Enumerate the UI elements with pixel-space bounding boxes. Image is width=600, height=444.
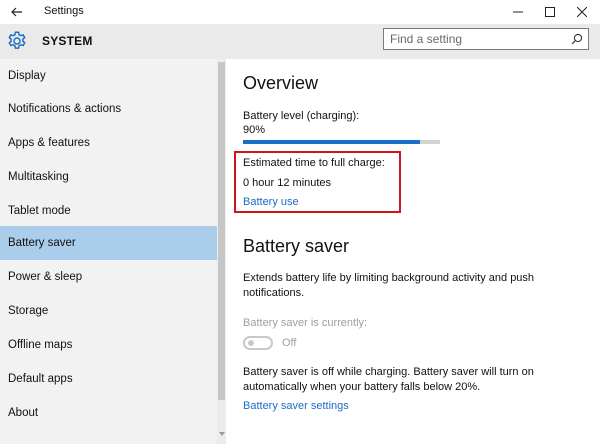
sidebar-item-label: Battery saver [8, 237, 76, 249]
minimize-icon [513, 11, 523, 13]
estimated-time-label: Estimated time to full charge: [243, 157, 385, 169]
battery-saver-heading: Battery saver [243, 236, 350, 256]
sidebar-scrollbar-thumb[interactable] [218, 62, 225, 400]
scroll-down-arrow-icon[interactable] [219, 432, 225, 436]
sidebar-item-display[interactable]: Display [0, 59, 217, 93]
estimated-time-value: 0 hour 12 minutes [243, 177, 332, 189]
sidebar-item-power-sleep[interactable]: Power & sleep [0, 260, 217, 294]
sidebar-item-label: Power & sleep [8, 271, 83, 283]
back-button[interactable] [0, 0, 34, 24]
sidebar-item-battery-saver[interactable]: Battery saver [0, 226, 217, 260]
sidebar-item-label: Apps & features [8, 137, 90, 149]
sidebar-item-label: Notifications & actions [8, 103, 122, 115]
sidebar-item-label: Multitasking [8, 171, 69, 183]
gear-icon [8, 31, 26, 49]
sidebar-item-notifications-actions[interactable]: Notifications & actions [0, 92, 217, 126]
search-box[interactable] [383, 28, 589, 50]
page-title: SYSTEM [42, 34, 93, 48]
maximize-button[interactable] [534, 0, 566, 24]
sidebar-item-multitasking[interactable]: Multitasking [0, 160, 217, 194]
battery-saver-description: Extends battery life by limiting backgro… [243, 272, 535, 299]
sidebar-item-apps-features[interactable]: Apps & features [0, 126, 217, 160]
settings-header: SYSTEM [0, 24, 600, 59]
battery-level-value: 90% [243, 124, 266, 136]
minimize-button[interactable] [502, 0, 534, 24]
sidebar-item-storage[interactable]: Storage [0, 294, 217, 328]
maximize-icon [545, 7, 555, 17]
sidebar-item-label: Display [8, 70, 46, 82]
sidebar-item-label: Default apps [8, 373, 73, 385]
battery-saver-toggle[interactable] [243, 336, 273, 350]
search-icon[interactable] [571, 33, 583, 45]
battery-saver-toggle-state: Off [282, 337, 297, 349]
sidebar-item-label: Offline maps [8, 339, 73, 351]
close-button[interactable] [566, 0, 598, 24]
battery-level-label: Battery level (charging): [243, 110, 360, 122]
battery-use-link[interactable]: Battery use [243, 196, 299, 208]
search-input[interactable] [390, 32, 560, 46]
title-bar: Settings [0, 0, 600, 24]
battery-level-bar [243, 140, 440, 144]
toggle-knob [248, 340, 254, 346]
sidebar-item-label: Tablet mode [8, 205, 71, 217]
sidebar-item-offline-maps[interactable]: Offline maps [0, 328, 217, 362]
battery-saver-status-label: Battery saver is currently: [243, 317, 368, 329]
sidebar-item-default-apps[interactable]: Default apps [0, 362, 217, 396]
window-title: Settings [44, 5, 84, 17]
sidebar: Display Notifications & actions Apps & f… [0, 59, 217, 444]
back-arrow-icon [11, 7, 22, 17]
sidebar-item-about[interactable]: About [0, 396, 217, 430]
sidebar-item-label: About [8, 407, 39, 419]
overview-heading: Overview [243, 73, 319, 93]
sidebar-item-tablet-mode[interactable]: Tablet mode [0, 194, 217, 228]
main-content: Overview Battery level (charging): 90% E… [226, 59, 600, 444]
battery-saver-note: Battery saver is off while charging. Bat… [243, 366, 534, 393]
battery-saver-settings-link[interactable]: Battery saver settings [243, 400, 349, 412]
close-icon [577, 7, 587, 17]
battery-level-bar-fill [243, 140, 421, 144]
sidebar-item-label: Storage [8, 305, 49, 317]
